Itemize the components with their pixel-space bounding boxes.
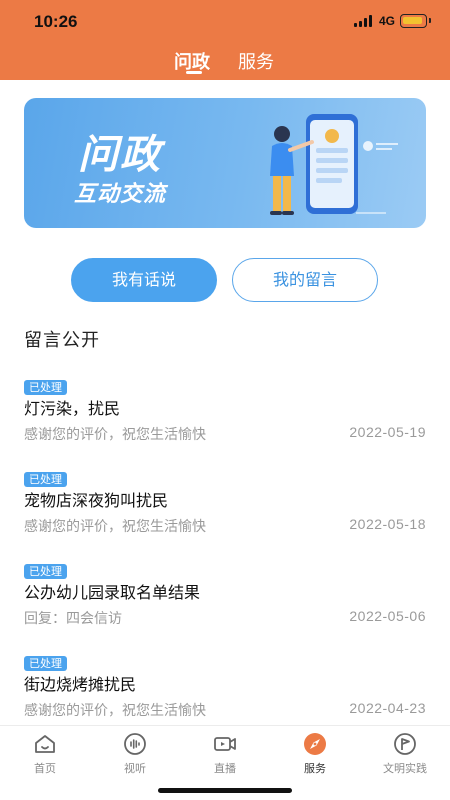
message-date: 2022-05-06: [349, 608, 426, 624]
banner-title: 问政: [78, 132, 162, 178]
nav-label: 直播: [214, 762, 236, 775]
nav-label: 视听: [124, 762, 146, 775]
list-item[interactable]: 已处理 灯污染，扰民 感谢您的评价，祝您生活愉快 2022-05-19: [0, 372, 450, 464]
nav-home[interactable]: 首页: [0, 732, 90, 776]
section-title: 留言公开: [24, 330, 100, 351]
nav-civilization[interactable]: 文明实践: [360, 732, 450, 776]
nav-service[interactable]: 服务: [270, 732, 360, 776]
message-title: 街边烧烤摊扰民: [24, 675, 137, 694]
compass-icon: [304, 733, 326, 755]
message-title: 公办幼儿园录取名单结果: [24, 583, 201, 602]
signal-icon: [354, 15, 374, 27]
my-messages-button[interactable]: 我的留言: [232, 258, 378, 302]
home-icon: [35, 735, 55, 753]
audio-icon: [124, 733, 146, 755]
banner[interactable]: 问政 互动交流: [24, 98, 426, 228]
status-badge: 已处理: [24, 564, 67, 579]
list-item[interactable]: 已处理 宠物店深夜狗叫扰民 感谢您的评价，祝您生活愉快 2022-05-18: [0, 464, 450, 556]
live-video-icon: [214, 737, 236, 751]
message-date: 2022-05-18: [349, 516, 426, 532]
message-summary: 感谢您的评价，祝您生活愉快: [24, 427, 206, 443]
message-title: 灯污染，扰民: [24, 399, 121, 418]
message-date: 2022-05-19: [349, 424, 426, 440]
home-indicator[interactable]: [158, 788, 292, 793]
status-badge: 已处理: [24, 656, 67, 671]
message-summary: 感谢您的评价，祝您生活愉快: [24, 519, 206, 535]
nav-audio[interactable]: 视听: [90, 732, 180, 776]
banner-subtitle: 互动交流: [74, 182, 167, 207]
message-title: 宠物店深夜狗叫扰民: [24, 491, 169, 510]
network-type: 4G: [379, 14, 396, 28]
speak-button[interactable]: 我有话说: [71, 258, 217, 302]
message-summary: 感谢您的评价，祝您生活愉快: [24, 703, 206, 719]
nav-label: 首页: [34, 762, 56, 775]
active-tab-indicator: [186, 71, 202, 74]
flag-icon: [394, 733, 416, 755]
status-badge: 已处理: [24, 380, 67, 395]
nav-live[interactable]: 直播: [180, 732, 270, 776]
battery-icon: [400, 14, 431, 28]
nav-label: 文明实践: [383, 762, 427, 775]
status-badge: 已处理: [24, 472, 67, 487]
message-date: 2022-04-23: [349, 700, 426, 716]
nav-label: 服务: [304, 762, 326, 775]
message-summary: 回复：四会信访: [24, 611, 122, 627]
person-phone-illustration: [270, 114, 398, 215]
status-bar: 10:26 4G: [0, 0, 450, 44]
top-tabs: 问政 服务: [0, 48, 450, 78]
status-time: 10:26: [34, 12, 78, 31]
list-item[interactable]: 已处理 公办幼儿园录取名单结果 回复：四会信访 2022-05-06: [0, 556, 450, 648]
app-header: 10:26 4G 问政 服务: [0, 0, 450, 80]
tab-fuwu[interactable]: 服务: [238, 48, 274, 74]
